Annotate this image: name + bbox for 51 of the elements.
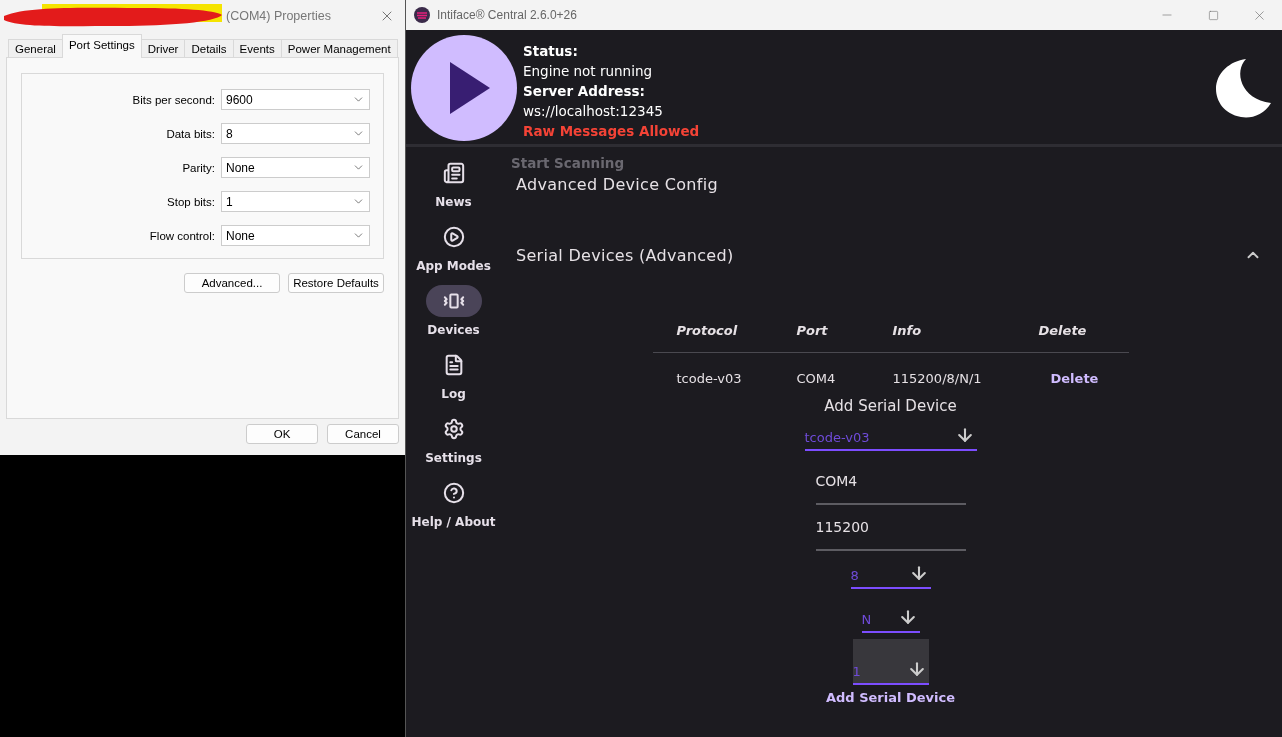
window-title: (COM4) Properties bbox=[226, 9, 332, 23]
warning-text: Raw Messages Allowed bbox=[523, 122, 701, 141]
delete-link[interactable]: Delete bbox=[1050, 370, 1099, 386]
column-header: Info bbox=[892, 323, 923, 338]
field-label: Data bits: bbox=[166, 127, 215, 140]
field-label: Parity: bbox=[182, 161, 215, 174]
app-logo-icon bbox=[414, 7, 430, 23]
add-serial-device-button[interactable]: Add Serial Device bbox=[821, 689, 960, 706]
address-value: ws://localhost:12345 bbox=[523, 102, 664, 121]
field-label: Bits per second: bbox=[132, 93, 215, 106]
dropdown[interactable]: 8 bbox=[221, 123, 370, 144]
nav-icon bbox=[442, 226, 465, 248]
status-label: Status: bbox=[523, 42, 579, 61]
nav-item[interactable]: Log bbox=[406, 349, 501, 413]
nav-icon bbox=[442, 482, 465, 504]
section-header[interactable]: Serial Devices (Advanced) bbox=[511, 235, 1262, 275]
ok-button[interactable]: OK bbox=[246, 424, 318, 444]
nav-item[interactable]: Help / About bbox=[406, 477, 501, 541]
advanced-button[interactable]: Advanced... bbox=[184, 273, 280, 293]
column-header: Delete bbox=[1038, 323, 1088, 338]
dropdown[interactable]: 1 bbox=[221, 191, 370, 212]
input-field[interactable]: 115200 bbox=[815, 505, 966, 551]
moon-icon[interactable] bbox=[1216, 59, 1272, 119]
tab[interactable]: General bbox=[8, 39, 63, 58]
table-cell-text: tcode-v03 bbox=[676, 370, 743, 386]
play-icon bbox=[450, 62, 490, 114]
cancel-button[interactable]: Cancel bbox=[327, 424, 399, 444]
tab[interactable]: Power Management bbox=[280, 39, 398, 58]
restore-defaults-button[interactable]: Restore Defaults bbox=[288, 273, 384, 293]
section-header[interactable]: Advanced Device Config bbox=[511, 171, 1262, 197]
nav-item[interactable]: Settings bbox=[406, 413, 501, 477]
window-title: Intiface® Central 2.6.0+26 bbox=[437, 8, 578, 22]
dropdown[interactable]: None bbox=[221, 157, 370, 178]
address-label: Server Address: bbox=[523, 82, 646, 101]
input-field[interactable]: COM4 bbox=[815, 459, 966, 505]
dropdown[interactable]: None bbox=[221, 225, 370, 246]
column-header: Port bbox=[796, 323, 829, 338]
dropdown[interactable]: 9600 bbox=[221, 89, 370, 110]
nav-icon bbox=[442, 162, 465, 184]
table-cell-text: 115200/8/N/1 bbox=[892, 370, 983, 386]
status-value: Engine not running bbox=[523, 62, 654, 81]
tab[interactable]: Port Settings bbox=[61, 34, 142, 58]
table-cell-text: COM4 bbox=[796, 370, 837, 386]
nav-item[interactable]: Devices bbox=[406, 285, 501, 349]
field-label: Stop bits: bbox=[167, 195, 215, 208]
form-title: Add Serial Device bbox=[824, 397, 957, 415]
column-header: Protocol bbox=[676, 323, 739, 338]
nav-item[interactable]: News bbox=[406, 157, 501, 221]
field-label: Flow control: bbox=[149, 229, 215, 242]
nav-item[interactable]: App Modes bbox=[406, 221, 501, 285]
nav-icon bbox=[442, 418, 465, 440]
